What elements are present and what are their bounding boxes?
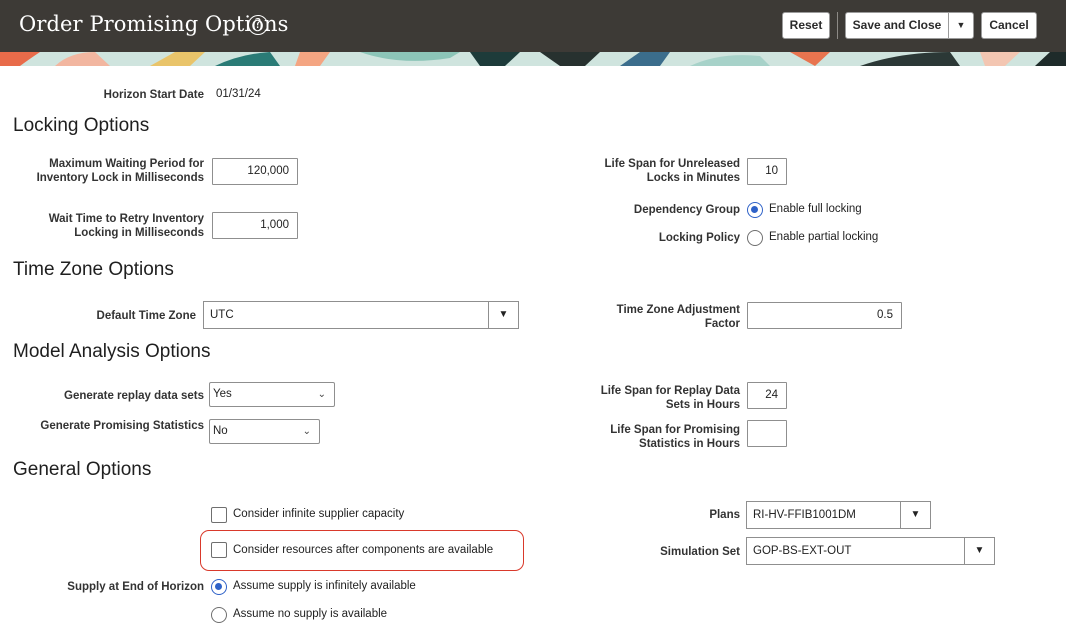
infinite-supplier-capacity-checkbox[interactable] — [211, 507, 227, 523]
decorative-banner — [0, 52, 1066, 66]
supply-end-of-horizon-label: Supply at End of Horizon — [67, 581, 204, 593]
banner-pattern — [0, 52, 1066, 66]
simulation-set-select[interactable]: GOP-BS-EXT-OUT ▼ — [746, 537, 995, 565]
chevron-down-icon: ⌄ — [317, 389, 326, 400]
enable-partial-locking-radio[interactable] — [747, 230, 763, 246]
cancel-button[interactable]: Cancel — [981, 12, 1037, 39]
generate-promising-statistics-label: Generate Promising Statistics — [40, 420, 204, 432]
plans-value: RI-HV-FFIB1001DM — [753, 509, 856, 521]
plans-label: Plans — [709, 509, 740, 521]
header-divider — [837, 12, 838, 39]
default-time-zone-label: Default Time Zone — [96, 310, 196, 322]
chevron-down-icon: ⌄ — [302, 426, 311, 437]
default-time-zone-select[interactable]: UTC ▼ — [203, 301, 519, 329]
generate-replay-data-select[interactable]: Yes ⌄ — [209, 382, 335, 407]
dependency-group-label: Dependency Group — [633, 204, 740, 216]
generate-replay-data-label: Generate replay data sets — [64, 390, 204, 402]
retry-wait-time-input[interactable]: 1,000 — [212, 212, 298, 239]
no-supply-available-label: Assume no supply is available — [233, 608, 388, 620]
horizon-start-date-value: 01/31/24 — [216, 88, 261, 100]
supply-infinitely-available-label: Assume supply is infinitely available — [233, 580, 416, 592]
promising-statistics-life-span-label: Life Span for Promising Statistics in Ho… — [610, 424, 740, 450]
no-supply-available-radio[interactable] — [211, 607, 227, 623]
locking-options-heading: Locking Options — [13, 115, 150, 136]
time-zone-options-heading: Time Zone Options — [13, 259, 174, 280]
max-waiting-period-label: Maximum Waiting Period for Inventory Loc… — [36, 158, 204, 184]
unreleased-locks-life-span-input[interactable]: 10 — [747, 158, 787, 185]
infinite-supplier-capacity-label: Consider infinite supplier capacity — [233, 508, 405, 520]
supply-infinitely-available-radio[interactable] — [211, 579, 227, 595]
resources-after-components-label: Consider resources after components are … — [233, 544, 494, 556]
general-options-heading: General Options — [13, 459, 152, 480]
enable-full-locking-radio[interactable] — [747, 202, 763, 218]
promising-statistics-life-span-input[interactable] — [747, 420, 787, 447]
time-zone-adjustment-label: Time Zone Adjustment Factor — [616, 304, 740, 330]
retry-wait-time-label: Wait Time to Retry Inventory Locking in … — [48, 213, 204, 239]
caret-down-icon[interactable]: ▼ — [964, 538, 994, 564]
time-zone-adjustment-input[interactable]: 0.5 — [747, 302, 902, 329]
generate-replay-data-value: Yes — [213, 388, 232, 400]
help-icon[interactable]: ? — [248, 15, 268, 35]
simulation-set-label: Simulation Set — [660, 546, 740, 558]
enable-partial-locking-label: Enable partial locking — [769, 231, 879, 243]
max-waiting-period-input[interactable]: 120,000 — [212, 158, 298, 185]
plans-select[interactable]: RI-HV-FFIB1001DM ▼ — [746, 501, 931, 529]
replay-data-life-span-input[interactable]: 24 — [747, 382, 787, 409]
resources-after-components-checkbox[interactable] — [211, 542, 227, 558]
reset-button[interactable]: Reset — [782, 12, 830, 39]
caret-down-icon[interactable]: ▼ — [900, 502, 930, 528]
model-analysis-options-heading: Model Analysis Options — [13, 341, 211, 362]
locking-policy-label: Locking Policy — [658, 232, 740, 244]
generate-promising-statistics-select[interactable]: No ⌄ — [209, 419, 320, 444]
default-time-zone-value: UTC — [210, 309, 234, 321]
replay-data-life-span-label: Life Span for Replay Data Sets in Hours — [600, 385, 740, 411]
caret-down-icon[interactable]: ▼ — [488, 302, 518, 328]
save-menu-caret-icon[interactable]: ▼ — [948, 12, 974, 39]
page-header: Order Promising Options ? Reset Save and… — [0, 0, 1066, 52]
generate-promising-statistics-value: No — [213, 425, 228, 437]
save-and-close-button[interactable]: Save and Close — [845, 12, 949, 39]
simulation-set-value: GOP-BS-EXT-OUT — [753, 545, 852, 557]
horizon-start-date-label: Horizon Start Date — [103, 89, 204, 101]
unreleased-locks-life-span-label: Life Span for Unreleased Locks in Minute… — [604, 158, 740, 184]
enable-full-locking-label: Enable full locking — [769, 203, 862, 215]
